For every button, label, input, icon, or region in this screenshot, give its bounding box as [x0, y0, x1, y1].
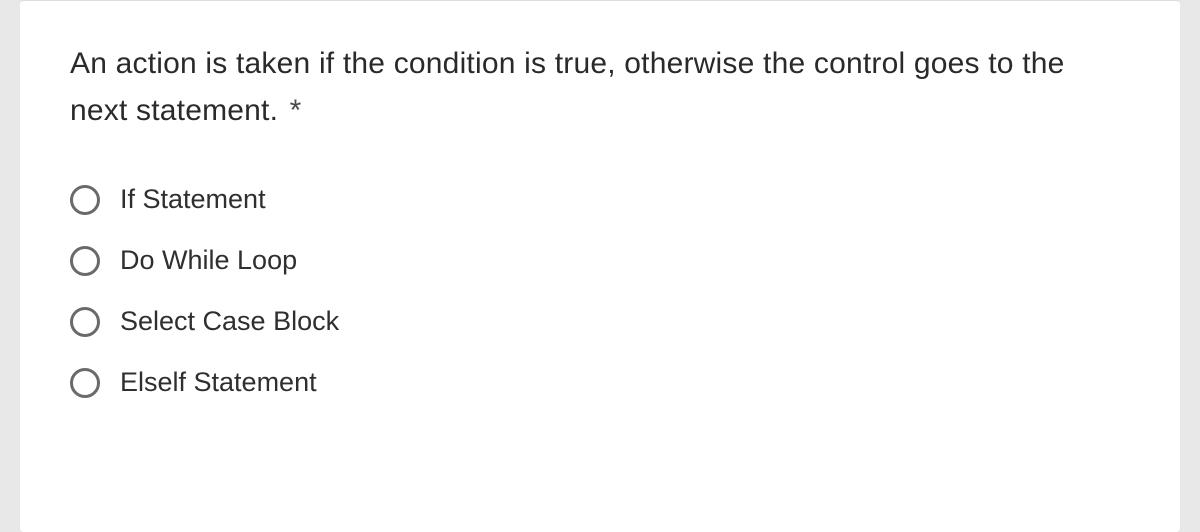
required-mark: *: [290, 94, 302, 127]
option-label: Select Case Block: [120, 306, 339, 337]
option-elseif-statement[interactable]: Elself Statement: [70, 367, 1130, 398]
radio-icon: [70, 368, 100, 398]
question-prompt: An action is taken if the condition is t…: [70, 47, 1065, 127]
option-do-while-loop[interactable]: Do While Loop: [70, 245, 1130, 276]
radio-icon: [70, 246, 100, 276]
options-group: If Statement Do While Loop Select Case B…: [70, 184, 1130, 398]
radio-icon: [70, 185, 100, 215]
option-select-case-block[interactable]: Select Case Block: [70, 306, 1130, 337]
radio-icon: [70, 307, 100, 337]
option-label: Elself Statement: [120, 367, 317, 398]
option-label: If Statement: [120, 184, 266, 215]
question-card: An action is taken if the condition is t…: [20, 0, 1180, 532]
option-label: Do While Loop: [120, 245, 297, 276]
option-if-statement[interactable]: If Statement: [70, 184, 1130, 215]
question-text: An action is taken if the condition is t…: [70, 41, 1130, 134]
